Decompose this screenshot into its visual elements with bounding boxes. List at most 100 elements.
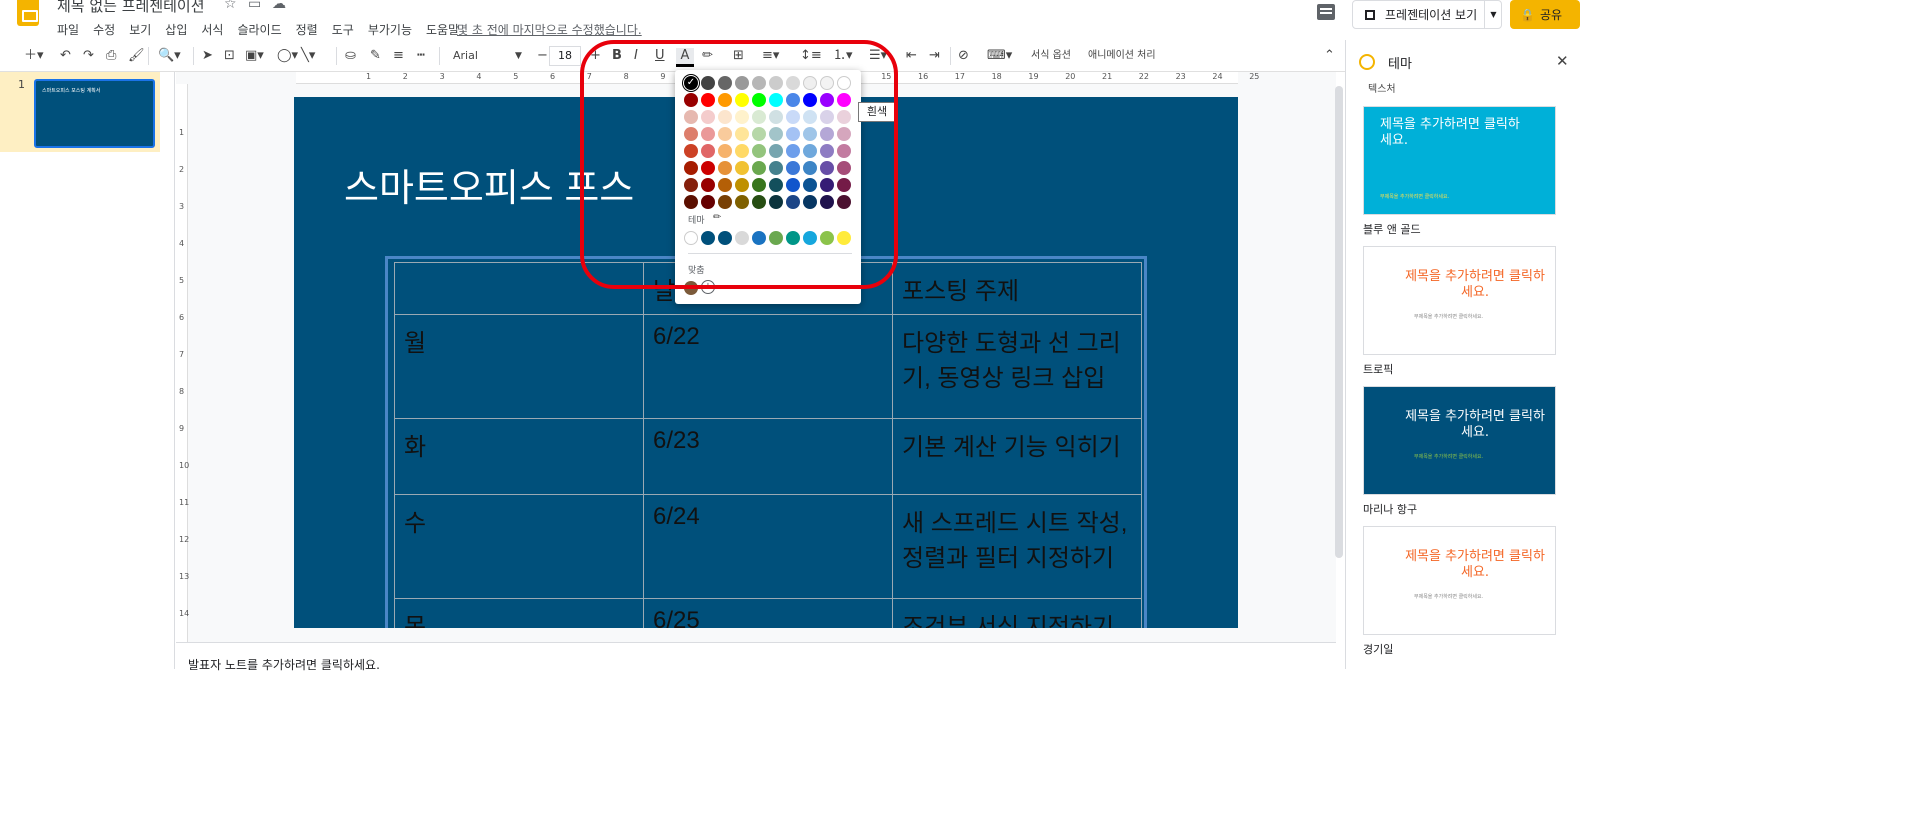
- vertical-scrollbar[interactable]: [1335, 86, 1343, 558]
- color-swatch[interactable]: [803, 110, 817, 124]
- chevron-down-icon[interactable]: ▼: [515, 48, 522, 64]
- color-swatch[interactable]: [769, 195, 783, 209]
- color-swatch[interactable]: [837, 178, 851, 192]
- redo-icon[interactable]: ↷: [83, 48, 94, 64]
- bold-icon[interactable]: B: [612, 48, 622, 64]
- color-swatch[interactable]: [769, 93, 783, 107]
- theme-color-swatch[interactable]: [803, 231, 817, 245]
- color-swatch[interactable]: [718, 127, 732, 141]
- color-swatch[interactable]: [752, 76, 766, 90]
- color-swatch[interactable]: [684, 93, 698, 107]
- shape-icon[interactable]: ◯▾: [277, 48, 298, 64]
- table-cell[interactable]: 6/23: [643, 418, 893, 495]
- color-swatch[interactable]: [769, 76, 783, 90]
- color-swatch[interactable]: [752, 93, 766, 107]
- color-swatch[interactable]: [820, 178, 834, 192]
- theme-color-swatch[interactable]: [701, 231, 715, 245]
- menu-item[interactable]: 수정: [93, 21, 115, 38]
- color-swatch[interactable]: [837, 161, 851, 175]
- theme-color-swatch[interactable]: [837, 231, 851, 245]
- theme-color-swatch[interactable]: [752, 231, 766, 245]
- color-swatch[interactable]: [820, 161, 834, 175]
- color-swatch[interactable]: [684, 161, 698, 175]
- color-swatch[interactable]: [701, 195, 715, 209]
- bulleted-list-icon[interactable]: ☰▾: [869, 48, 887, 64]
- color-swatch[interactable]: [803, 178, 817, 192]
- color-swatch[interactable]: [820, 127, 834, 141]
- color-swatch[interactable]: [786, 178, 800, 192]
- vertical-ruler[interactable]: 1 2 3 4 5 6 7 8 9 10 11 12 13 14: [176, 84, 189, 642]
- comment-history-icon[interactable]: [1317, 4, 1335, 20]
- color-swatch[interactable]: [684, 144, 698, 158]
- table-cell[interactable]: 수: [394, 494, 644, 599]
- color-swatch[interactable]: [837, 76, 851, 90]
- menu-item[interactable]: 도구: [332, 21, 354, 38]
- color-swatch[interactable]: [718, 178, 732, 192]
- color-swatch[interactable]: [735, 144, 749, 158]
- color-swatch[interactable]: [786, 110, 800, 124]
- increase-font-size-icon[interactable]: +: [590, 48, 601, 64]
- color-swatch[interactable]: [837, 93, 851, 107]
- cloud-status-icon[interactable]: ☁: [272, 0, 286, 12]
- color-swatch[interactable]: [769, 161, 783, 175]
- color-swatch[interactable]: [735, 161, 749, 175]
- highlight-color-icon[interactable]: ✏: [702, 48, 713, 64]
- table-cell[interactable]: 새 스프레드 시트 작성, 정렬과 필터 지정하기: [892, 494, 1142, 599]
- theme-color-swatch[interactable]: [820, 231, 834, 245]
- color-swatch[interactable]: [752, 110, 766, 124]
- color-swatch[interactable]: [701, 161, 715, 175]
- table-row[interactable]: 화 6/23 기본 계산 기능 익히기: [394, 418, 1142, 495]
- collapse-toolbar-icon[interactable]: ⌃: [1324, 48, 1335, 64]
- border-dash-icon[interactable]: ┅: [417, 48, 425, 64]
- keyboard-icon[interactable]: ⌨▾: [987, 48, 1012, 64]
- share-button[interactable]: 🔒 공유: [1510, 0, 1580, 29]
- color-swatch[interactable]: [701, 178, 715, 192]
- line-icon[interactable]: ╲▾: [301, 48, 315, 64]
- underline-icon[interactable]: U: [655, 48, 665, 64]
- table-cell[interactable]: 다양한 도형과 선 그리기, 동영상 링크 삽입: [892, 314, 1142, 419]
- color-swatch[interactable]: [752, 195, 766, 209]
- color-swatch[interactable]: [786, 144, 800, 158]
- color-swatch[interactable]: [803, 127, 817, 141]
- color-swatch[interactable]: [718, 110, 732, 124]
- document-title[interactable]: 제목 없는 프레젠테이션: [57, 0, 205, 16]
- theme-color-swatch[interactable]: [786, 231, 800, 245]
- edit-theme-colors-icon[interactable]: ✏: [713, 212, 721, 223]
- increase-indent-icon[interactable]: ⇥: [929, 48, 940, 64]
- color-swatch[interactable]: [837, 110, 851, 124]
- slide-table[interactable]: 날 포스팅 주제 월 6/22 다양한 도형과 선 그리기, 동영상 링크 삽입 화 6/2…: [394, 262, 1142, 628]
- add-custom-color-icon[interactable]: +: [701, 280, 715, 294]
- menu-item[interactable]: 보기: [129, 21, 151, 38]
- color-swatch[interactable]: [752, 161, 766, 175]
- menu-item[interactable]: 서식: [201, 21, 223, 38]
- fill-color-icon[interactable]: ⛀: [345, 48, 356, 64]
- color-swatch[interactable]: [684, 195, 698, 209]
- color-swatch[interactable]: [786, 161, 800, 175]
- menu-item[interactable]: 도움말: [426, 21, 459, 38]
- color-swatch[interactable]: [735, 110, 749, 124]
- font-size-input[interactable]: 18: [549, 46, 581, 66]
- menu-item[interactable]: 정렬: [296, 21, 318, 38]
- color-swatch[interactable]: [718, 93, 732, 107]
- table-cell[interactable]: 포스팅 주제: [892, 262, 1142, 315]
- present-button[interactable]: 프레젠테이션 보기: [1352, 0, 1502, 29]
- color-swatch[interactable]: [701, 144, 715, 158]
- color-swatch[interactable]: [820, 93, 834, 107]
- theme-color-swatch[interactable]: [718, 231, 732, 245]
- color-swatch[interactable]: [735, 195, 749, 209]
- color-swatch[interactable]: [684, 127, 698, 141]
- star-icon[interactable]: ☆: [224, 0, 237, 12]
- color-swatch[interactable]: [718, 76, 732, 90]
- table-cell[interactable]: 기본 계산 기능 익히기: [892, 418, 1142, 495]
- color-swatch[interactable]: [837, 144, 851, 158]
- theme-card[interactable]: 제목을 추가하려면 클릭하세요. 부제목을 추가하려면 클릭하세요.: [1363, 246, 1556, 355]
- color-swatch[interactable]: [718, 144, 732, 158]
- text-color-icon[interactable]: A: [676, 48, 694, 67]
- menu-item[interactable]: 삽입: [165, 21, 187, 38]
- color-swatch[interactable]: [701, 110, 715, 124]
- table-cell[interactable]: 목: [394, 598, 644, 628]
- color-swatch[interactable]: [701, 93, 715, 107]
- theme-card[interactable]: 제목을 추가하려면 클릭하세요. 부제목을 추가하려면 클릭하세요.: [1363, 386, 1556, 495]
- align-icon[interactable]: ≡▾: [762, 48, 779, 64]
- color-swatch[interactable]: [684, 110, 698, 124]
